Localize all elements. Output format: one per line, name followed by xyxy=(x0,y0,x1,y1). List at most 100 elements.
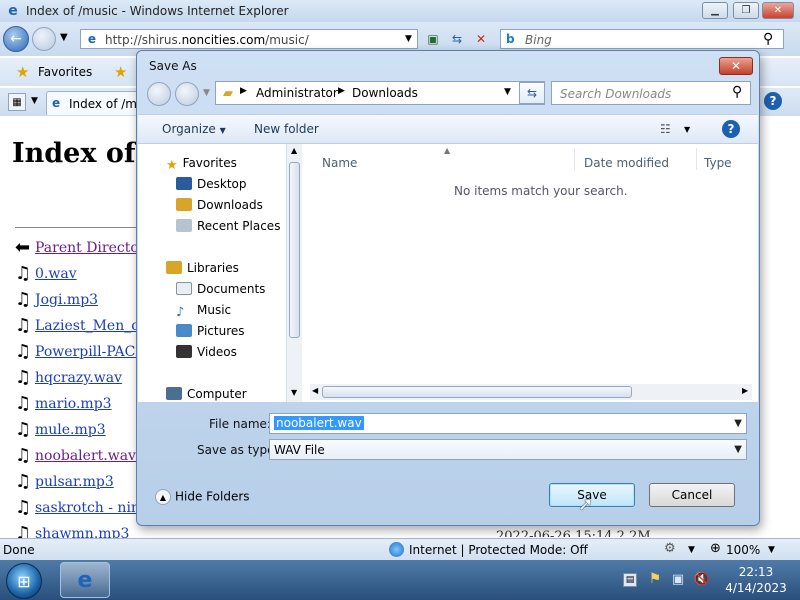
history-dropdown-icon[interactable]: ▼ xyxy=(60,32,68,43)
tray-notification-icon[interactable]: ▤ xyxy=(623,573,637,587)
dialog-title: Save As xyxy=(149,59,197,73)
nav-libraries[interactable]: Libraries xyxy=(166,261,239,275)
tray-volume-icon[interactable]: 🔇 xyxy=(694,571,710,587)
back-button[interactable]: ← xyxy=(3,26,29,52)
dialog-close-button[interactable]: ✕ xyxy=(719,57,753,75)
zoom-icon[interactable]: ⊕ xyxy=(710,541,721,556)
minimize-button[interactable]: ▁ xyxy=(702,2,728,19)
breadcrumb-administrator[interactable]: Administrator xyxy=(256,86,338,100)
search-box[interactable]: b Bing ⚲ xyxy=(500,29,784,49)
dialog-recent-dropdown-icon[interactable]: ▼ xyxy=(203,88,210,98)
view-dropdown-icon[interactable]: ▼ xyxy=(684,125,690,134)
start-button[interactable]: ⊞ xyxy=(6,563,42,599)
cancel-button[interactable]: Cancel xyxy=(649,483,735,507)
column-name[interactable]: Name xyxy=(322,156,357,170)
empty-message: No items match your search. xyxy=(454,184,628,198)
nav-scroll-thumb[interactable] xyxy=(289,162,300,338)
scroll-right-icon[interactable]: ▶ xyxy=(742,386,748,395)
search-icon[interactable]: ⚲ xyxy=(763,31,773,47)
dialog-toolbar: Organize ▼ New folder ☷ ▼ ? xyxy=(138,114,758,144)
listing-link[interactable]: Powerpill-PAC- xyxy=(35,344,140,360)
favorites-star-icon[interactable]: ★ xyxy=(16,63,29,81)
scroll-up-icon[interactable]: ▲ xyxy=(291,146,297,155)
tray-clock[interactable]: 22:13 4/14/2023 xyxy=(716,564,796,596)
favorites-button[interactable]: Favorites xyxy=(38,65,92,79)
listing-link[interactable]: 0.wav xyxy=(35,266,77,282)
settings-dropdown-icon[interactable]: ▼ xyxy=(688,545,695,555)
nav-pane-scrollbar[interactable]: ▲ ▼ xyxy=(286,144,302,402)
dialog-search-input[interactable]: Search Downloads ⚲ xyxy=(551,81,751,105)
add-favorites-icon[interactable]: ★ xyxy=(114,63,127,81)
listing-link[interactable]: saskrotch - ninte xyxy=(35,500,145,516)
help-icon[interactable]: ? xyxy=(764,92,782,110)
listing-row: ♫ mario.mp3 xyxy=(15,395,145,417)
refresh-icon[interactable]: ⇆ xyxy=(448,30,466,48)
nav-videos[interactable]: Videos xyxy=(176,345,237,359)
file-name-dropdown-icon[interactable]: ▼ xyxy=(734,418,742,429)
taskbar-ie-button[interactable]: e xyxy=(60,562,110,598)
collapse-icon: ▲ xyxy=(155,489,171,505)
zoom-dropdown-icon[interactable]: ▼ xyxy=(768,545,775,555)
listing-link[interactable]: noobalert.wav xyxy=(35,448,136,464)
dialog-forward-button[interactable] xyxy=(175,82,199,106)
dialog-back-button[interactable] xyxy=(147,82,171,106)
tab-ie-icon: e xyxy=(52,96,61,110)
listing-link[interactable]: mario.mp3 xyxy=(35,396,112,412)
tab-list-dropdown-icon[interactable]: ▼ xyxy=(31,96,38,106)
tab-index-of-music[interactable]: e Index of /mus xyxy=(46,91,151,115)
security-zone-text[interactable]: Internet | Protected Mode: Off xyxy=(409,543,588,557)
nav-libraries-label: Libraries xyxy=(187,261,239,275)
nav-pictures[interactable]: Pictures xyxy=(176,324,245,338)
tray-action-center-icon[interactable]: ⚑ xyxy=(647,571,663,587)
column-date-modified[interactable]: Date modified xyxy=(584,156,669,170)
protected-mode-icon[interactable]: ⚙ xyxy=(664,541,676,556)
view-options-icon[interactable]: ☷ xyxy=(660,122,671,136)
scroll-down-icon[interactable]: ▼ xyxy=(291,388,297,397)
dialog-refresh-icon[interactable]: ⇆ xyxy=(519,82,545,104)
file-name-input[interactable]: noobalert.wav ▼ xyxy=(269,413,747,434)
hscroll-thumb[interactable] xyxy=(322,386,632,398)
maximize-button[interactable]: ❐ xyxy=(733,2,759,19)
save-type-dropdown-icon[interactable]: ▼ xyxy=(734,444,742,455)
nav-computer[interactable]: Computer xyxy=(166,387,247,401)
scroll-left-icon[interactable]: ◀ xyxy=(312,386,318,395)
internet-zone-icon xyxy=(389,542,404,557)
nav-documents[interactable]: Documents xyxy=(176,282,265,296)
new-folder-button[interactable]: New folder xyxy=(254,122,319,136)
quick-tabs-icon[interactable]: ▦ xyxy=(8,93,26,111)
nav-downloads[interactable]: Downloads xyxy=(176,198,263,212)
status-bar: Done Internet | Protected Mode: Off ⚙ ▼ … xyxy=(0,538,800,560)
forward-button[interactable] xyxy=(32,27,56,51)
window-title: Index of /music - Windows Internet Explo… xyxy=(26,4,289,18)
stop-icon[interactable]: ✕ xyxy=(472,30,490,48)
tray-network-icon[interactable]: ▣ xyxy=(670,571,686,587)
listing-link[interactable]: mule.mp3 xyxy=(35,422,106,438)
organize-button[interactable]: Organize ▼ xyxy=(162,122,226,136)
music-note-icon: ♫ xyxy=(15,447,32,466)
nav-pictures-label: Pictures xyxy=(197,324,245,338)
hide-folders-button[interactable]: ▲ Hide Folders xyxy=(155,489,250,505)
zoom-level[interactable]: 100% xyxy=(726,543,760,557)
close-window-button[interactable]: ✕ xyxy=(762,2,794,19)
nav-music[interactable]: ♪ Music xyxy=(176,303,231,320)
breadcrumb-downloads[interactable]: Downloads xyxy=(352,86,418,100)
listing-link[interactable]: Jogi.mp3 xyxy=(35,292,98,308)
address-dropdown-icon[interactable]: ▼ xyxy=(405,34,412,44)
nav-desktop[interactable]: Desktop xyxy=(176,177,247,191)
address-bar[interactable]: e http://shirus.noncities.com/music/ ▼ xyxy=(80,29,418,49)
search-placeholder: Bing xyxy=(525,33,552,47)
nav-favorites[interactable]: ★ Favorites xyxy=(166,156,237,173)
listing-link[interactable]: pulsar.mp3 xyxy=(35,474,114,490)
listing-link[interactable]: Parent Directory xyxy=(35,240,145,256)
breadcrumb[interactable]: ▰ ▶ Administrator ▶ Downloads ▼ xyxy=(215,81,545,105)
listing-link[interactable]: hqcrazy.wav xyxy=(35,370,122,386)
compatibility-icon[interactable]: ▣ xyxy=(424,30,442,48)
file-pane-hscrollbar[interactable]: ◀ ▶ xyxy=(310,384,752,400)
breadcrumb-dropdown-icon[interactable]: ▼ xyxy=(504,87,511,97)
dialog-help-icon[interactable]: ? xyxy=(722,120,740,138)
dialog-search-icon[interactable]: ⚲ xyxy=(732,84,742,100)
nav-recent-places[interactable]: Recent Places xyxy=(176,219,280,233)
column-type[interactable]: Type xyxy=(704,156,732,170)
listing-link[interactable]: Laziest_Men_on xyxy=(35,318,145,334)
save-type-select[interactable]: WAV File ▼ xyxy=(269,439,747,460)
